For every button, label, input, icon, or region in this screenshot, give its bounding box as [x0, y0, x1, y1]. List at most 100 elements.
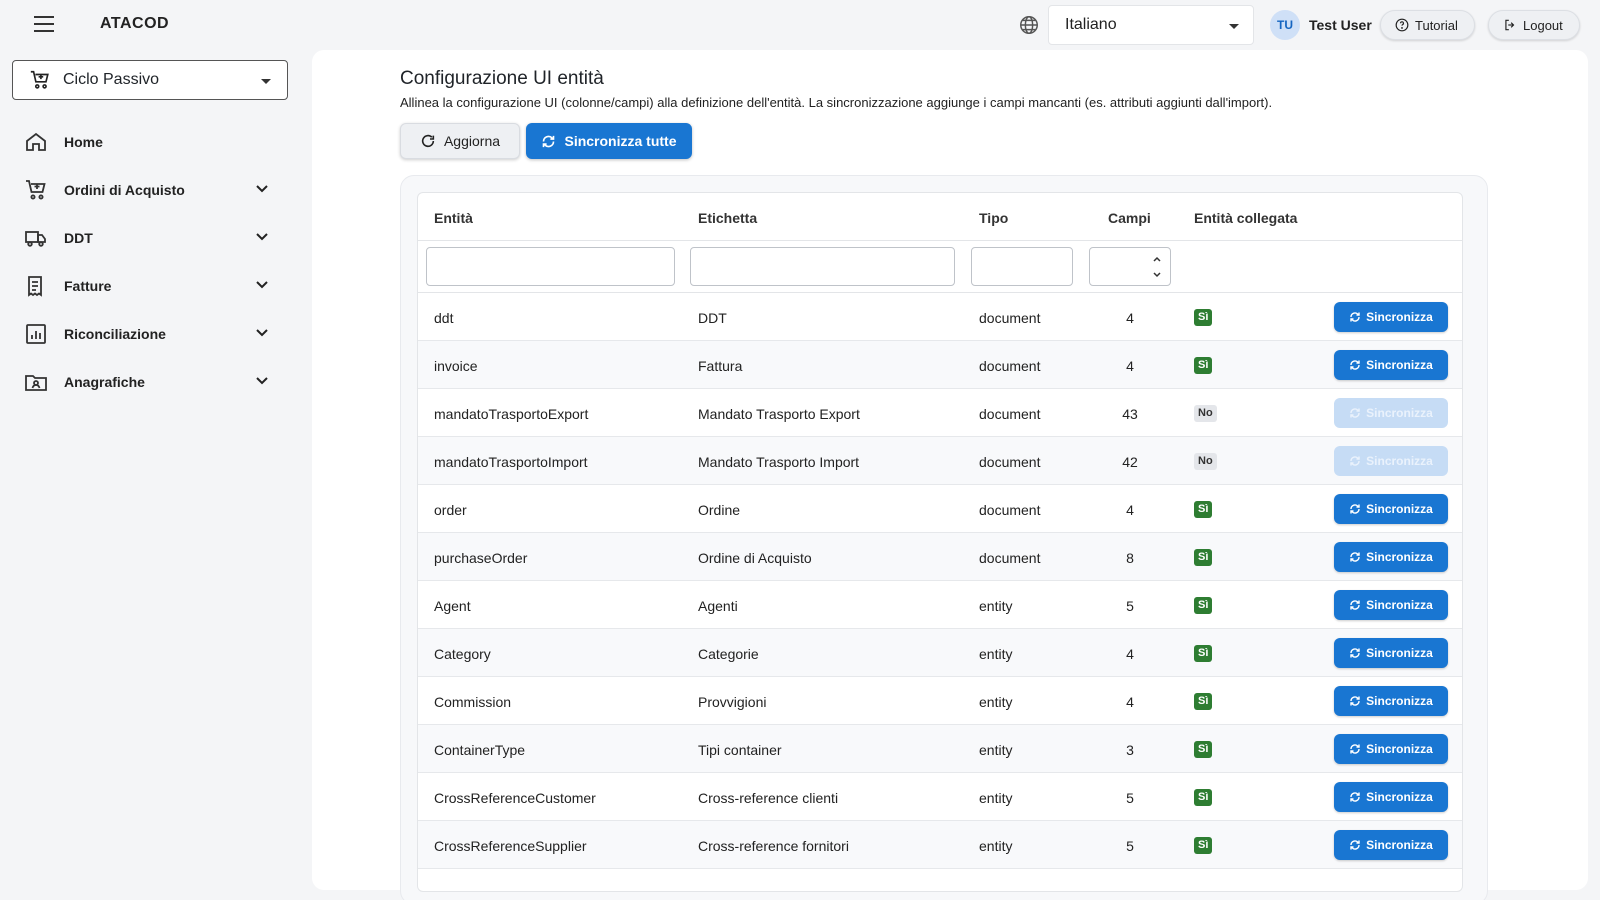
linked-status-badge: Sì: [1194, 549, 1213, 566]
table-row[interactable]: ddt DDT document 4 Sì Sincronizza: [418, 293, 1462, 341]
sidebar-item-label: Ordini di Acquisto: [64, 182, 185, 198]
sync-icon: [1350, 744, 1360, 754]
sidebar-item-home[interactable]: Home: [0, 118, 300, 166]
sync-button[interactable]: Sincronizza: [1334, 638, 1448, 668]
cell-label: Tipi container: [698, 742, 782, 758]
linked-status-badge: Sì: [1194, 645, 1213, 662]
sync-button[interactable]: Sincronizza: [1334, 302, 1448, 332]
cell-entity: mandatoTrasportoExport: [434, 406, 589, 422]
cart-icon: [30, 70, 49, 89]
sync-label: Sincronizza: [1366, 358, 1433, 372]
table-row[interactable]: Commission Provvigioni entity 4 Sì Sincronizz…: [418, 677, 1462, 725]
column-header-label[interactable]: Etichetta: [698, 210, 757, 226]
cell-label: Ordine: [698, 502, 741, 518]
cell-type: entity: [979, 790, 1013, 806]
sync-button[interactable]: Sincronizza: [1334, 542, 1448, 572]
cell-type: document: [979, 406, 1041, 422]
cell-label: Mandato Trasporto Export: [698, 406, 860, 422]
linked-status-badge: Sì: [1194, 741, 1213, 758]
sync-icon: [1350, 552, 1360, 562]
table-row[interactable]: mandatoTrasportoExport Mandato Trasporto …: [418, 389, 1462, 437]
logout-button[interactable]: Logout: [1488, 10, 1580, 40]
sync-all-button[interactable]: Sincronizza tutte: [526, 123, 692, 159]
sync-icon: [1350, 696, 1360, 706]
module-value: Ciclo Passivo: [63, 71, 160, 88]
language-select[interactable]: Italiano: [1048, 5, 1254, 45]
language-value: Italiano: [1065, 16, 1117, 33]
linked-status-badge: Sì: [1194, 357, 1213, 374]
globe-icon: [1020, 16, 1038, 34]
column-header-type[interactable]: Tipo: [979, 210, 1008, 226]
table-row[interactable]: Agent Agenti entity 5 Sì Sincronizza: [418, 581, 1462, 629]
cell-label: Mandato Trasporto Import: [698, 454, 860, 470]
table-row[interactable]: CrossReferenceSupplier Cross-reference fo…: [418, 821, 1462, 869]
cell-type: entity: [979, 598, 1013, 614]
cell-type: entity: [979, 694, 1013, 710]
top-bar: ATACOD Italiano TU Test User Tutorial Lo…: [0, 0, 1600, 50]
sidebar-item-label: Home: [64, 134, 103, 150]
table-row[interactable]: invoice Fattura document 4 Sì Sincronizza: [418, 341, 1462, 389]
chevron-down-icon: [256, 233, 268, 241]
menu-icon[interactable]: [34, 16, 54, 32]
sidebar-item-fatture[interactable]: Fatture: [0, 262, 300, 310]
app-brand: ATACOD: [100, 15, 170, 32]
label-filter-input[interactable]: [690, 247, 955, 286]
cell-type: entity: [979, 838, 1013, 854]
table-row[interactable]: Category Categorie entity 4 Sì Sincronizza: [418, 629, 1462, 677]
main-panel: Configurazione UI entità Allinea la conf…: [312, 50, 1588, 900]
table-row[interactable]: CrossReferenceCustomer Cross-reference cl…: [418, 773, 1462, 821]
type-filter-input[interactable]: [971, 247, 1073, 286]
table-row[interactable]: ContainerType Tipi container entity 3 Sì Sinc…: [418, 725, 1462, 773]
column-header-linked-entity[interactable]: Entità collegata: [1194, 210, 1297, 226]
cell-entity: CrossReferenceCustomer: [434, 790, 596, 806]
logout-label: Logout: [1523, 17, 1563, 33]
sync-button[interactable]: Sincronizza: [1334, 830, 1448, 860]
sync-button[interactable]: Sincronizza: [1334, 590, 1448, 620]
sidebar-item-ordini-di-acquisto[interactable]: Ordini di Acquisto: [0, 166, 300, 214]
sync-button[interactable]: Sincronizza: [1334, 350, 1448, 380]
page-title: Configurazione UI entità: [400, 68, 604, 89]
tutorial-button[interactable]: Tutorial: [1380, 10, 1475, 40]
logout-icon: [1505, 19, 1515, 31]
sync-label: Sincronizza: [1366, 694, 1433, 708]
cell-type: entity: [979, 742, 1013, 758]
sync-button[interactable]: Sincronizza: [1334, 494, 1448, 524]
sidebar-item-riconciliazione[interactable]: Riconciliazione: [0, 310, 300, 358]
cell-type: document: [979, 358, 1041, 374]
column-header-fields[interactable]: Campi: [1108, 210, 1151, 226]
sync-button[interactable]: Sincronizza: [1334, 686, 1448, 716]
cell-entity: ContainerType: [434, 742, 526, 758]
sidebar-item-anagrafiche[interactable]: Anagrafiche: [0, 358, 300, 406]
sync-icon: [1350, 792, 1360, 802]
cell-label: Categorie: [698, 646, 759, 662]
module-select[interactable]: Ciclo Passivo: [12, 60, 288, 100]
cell-type: document: [979, 550, 1041, 566]
cell-entity: ddt: [434, 310, 454, 326]
truck-icon: [25, 231, 46, 247]
sync-button[interactable]: Sincronizza: [1334, 398, 1448, 428]
sync-icon: [1350, 840, 1360, 850]
sync-icon: [543, 135, 555, 147]
sync-button[interactable]: Sincronizza: [1334, 734, 1448, 764]
linked-status-badge: Sì: [1194, 597, 1213, 614]
entity-filter-input[interactable]: [426, 247, 675, 286]
spinner-arrows-icon[interactable]: [1152, 254, 1162, 280]
column-header-entity[interactable]: Entità: [434, 210, 473, 226]
cell-label: Provvigioni: [698, 694, 767, 710]
sync-label: Sincronizza: [1366, 406, 1433, 420]
linked-status-badge: Sì: [1194, 309, 1213, 326]
cell-label: Fattura: [698, 358, 743, 374]
sync-icon: [1350, 648, 1360, 658]
sync-button[interactable]: Sincronizza: [1334, 782, 1448, 812]
cell-label: Agenti: [698, 598, 738, 614]
sync-button[interactable]: Sincronizza: [1334, 446, 1448, 476]
sidebar-item-ddt[interactable]: DDT: [0, 214, 300, 262]
table-row[interactable]: purchaseOrder Ordine di Acquisto document 8…: [418, 533, 1462, 581]
table-row[interactable]: order Ordine document 4 Sì Sincronizza: [418, 485, 1462, 533]
avatar[interactable]: TU: [1270, 10, 1300, 40]
sync-icon: [1350, 504, 1360, 514]
table-row[interactable]: mandatoTrasportoImport Mandato Trasporto …: [418, 437, 1462, 485]
fields-filter-input[interactable]: [1089, 247, 1171, 286]
chevron-down-icon: [256, 377, 268, 385]
refresh-button[interactable]: Aggiorna: [400, 123, 520, 159]
